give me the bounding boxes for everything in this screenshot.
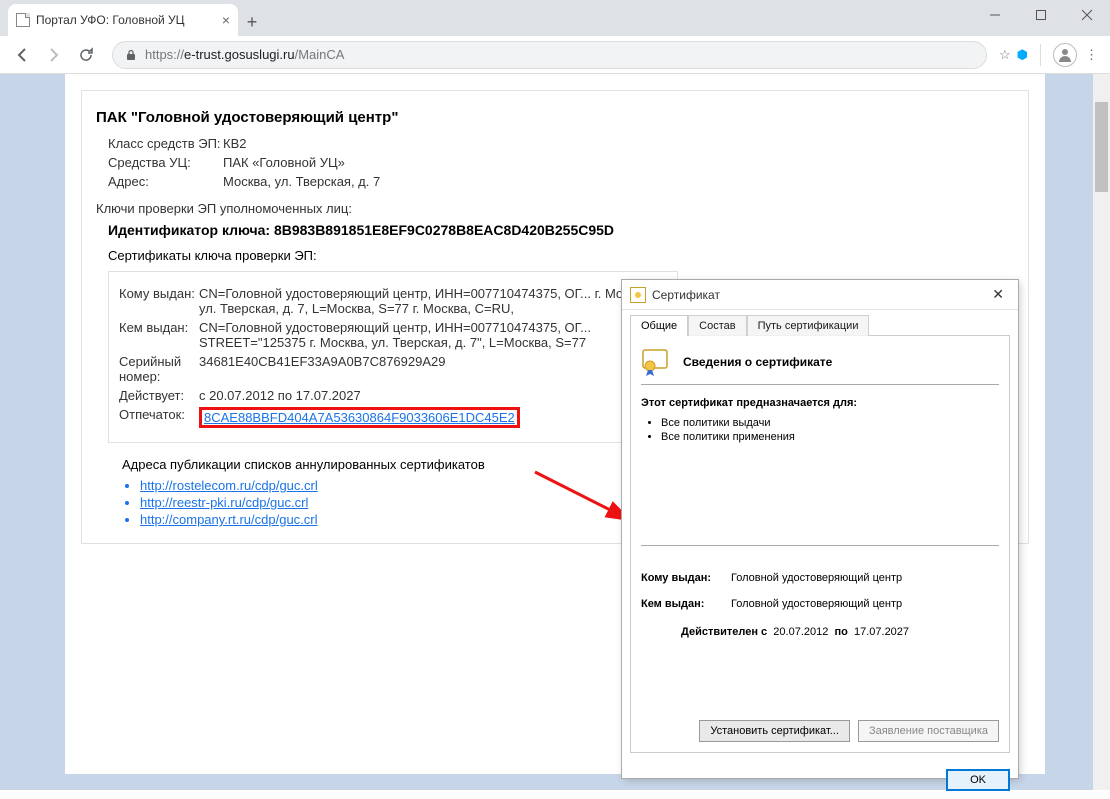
lock-icon xyxy=(125,49,137,61)
dialog-tab-certpath[interactable]: Путь сертификации xyxy=(747,315,870,336)
certificate-dialog: Сертификат ✕ Общие Состав Путь сертифика… xyxy=(622,280,1018,778)
purpose-item: Все политики выдачи xyxy=(661,417,999,429)
keys-head: Ключи проверки ЭП уполномоченных лиц: xyxy=(96,201,1014,216)
dialog-tab-general[interactable]: Общие xyxy=(630,315,688,336)
extension-droplet-icon[interactable]: ⬢ xyxy=(1017,47,1028,63)
class-value: КВ2 xyxy=(223,136,246,151)
window-minimize-button[interactable] xyxy=(972,0,1018,30)
issuer-statement-button: Заявление поставщика xyxy=(858,720,999,742)
crl-link[interactable]: http://reestr-pki.ru/cdp/guc.crl xyxy=(140,495,308,510)
browser-menu-button[interactable]: ⋮ xyxy=(1081,47,1102,63)
cert-serial-value: 34681E40CB41EF33A9A0B7C876929A29 xyxy=(199,354,445,384)
nav-forward-button[interactable] xyxy=(40,41,68,69)
addr-value: Москва, ул. Тверская, д. 7 xyxy=(223,174,380,189)
address-bar[interactable]: https://e-trust.gosuslugi.ru/MainCA xyxy=(112,41,987,69)
cert-thumb-label: Отпечаток: xyxy=(119,407,199,428)
profile-avatar-button[interactable] xyxy=(1053,43,1077,67)
tool-label: Средства УЦ: xyxy=(108,155,223,170)
crl-link[interactable]: http://company.rt.ru/cdp/guc.crl xyxy=(140,512,318,527)
cert-by-label: Кем выдан: xyxy=(119,320,199,350)
window-close-button[interactable] xyxy=(1064,0,1110,30)
dialog-close-button[interactable]: ✕ xyxy=(986,284,1010,305)
cert-serial-label: Серийный номер: xyxy=(119,354,199,384)
scroll-thumb[interactable] xyxy=(1095,102,1108,192)
class-label: Класс средств ЭП: xyxy=(108,136,223,151)
cert-to-label: Кому выдан: xyxy=(119,286,199,316)
page-scrollbar[interactable] xyxy=(1093,74,1110,790)
cert-to-value: CN=Головной удостоверяющий центр, ИНН=00… xyxy=(199,286,667,316)
dialog-tab-details[interactable]: Состав xyxy=(688,315,746,336)
addr-label: Адрес: xyxy=(108,174,223,189)
purpose-item: Все политики применения xyxy=(661,431,999,443)
browser-tab[interactable]: Портал УФО: Головной УЦ × xyxy=(8,4,238,36)
window-maximize-button[interactable] xyxy=(1018,0,1064,30)
tab-close-icon[interactable]: × xyxy=(222,12,230,28)
key-id-heading: Идентификатор ключа: 8B983B891851E8EF9C0… xyxy=(108,222,1014,238)
new-tab-button[interactable]: + xyxy=(238,8,266,36)
thumbprint-link[interactable]: 8CAE88BBFD404A7A53630864F9033606E1DC45E2 xyxy=(204,410,515,425)
dialog-ok-button[interactable]: OK xyxy=(946,769,1010,791)
nav-back-button[interactable] xyxy=(8,41,36,69)
cert-dialog-icon xyxy=(630,287,646,303)
issued-by-value: Головной удостоверяющий центр xyxy=(731,598,902,610)
page-title: ПАК "Головной удостоверяющий центр" xyxy=(96,109,1014,126)
certificate-icon xyxy=(641,346,673,378)
dialog-title: Сертификат xyxy=(652,288,986,302)
install-certificate-button[interactable]: Установить сертификат... xyxy=(699,720,850,742)
validity-row: Действителен с 20.07.2012 по 17.07.2027 xyxy=(641,626,999,638)
nav-reload-button[interactable] xyxy=(72,41,100,69)
tab-title: Портал УФО: Головной УЦ xyxy=(36,13,216,27)
bookmark-star-icon[interactable]: ☆ xyxy=(999,47,1011,63)
certs-head: Сертификаты ключа проверки ЭП: xyxy=(108,248,1014,263)
issued-to-value: Головной удостоверяющий центр xyxy=(731,572,902,584)
cert-info-title: Сведения о сертификате xyxy=(683,355,832,369)
cert-valid-label: Действует: xyxy=(119,388,199,403)
cert-valid-value: с 20.07.2012 по 17.07.2027 xyxy=(199,388,361,403)
issued-by-label: Кем выдан: xyxy=(641,598,731,610)
cert-by-value: CN=Головной удостоверяющий центр, ИНН=00… xyxy=(199,320,667,350)
thumbprint-highlight: 8CAE88BBFD404A7A53630864F9033606E1DC45E2 xyxy=(199,407,520,428)
cert-box: Кому выдан:CN=Головной удостоверяющий це… xyxy=(108,271,678,443)
page-icon xyxy=(16,13,30,27)
tool-value: ПАК «Головной УЦ» xyxy=(223,155,345,170)
crl-link[interactable]: http://rostelecom.ru/cdp/guc.crl xyxy=(140,478,318,493)
url-text: https://e-trust.gosuslugi.ru/MainCA xyxy=(145,47,344,62)
issued-to-label: Кому выдан: xyxy=(641,572,731,584)
purpose-head: Этот сертификат предназначается для: xyxy=(641,397,999,409)
